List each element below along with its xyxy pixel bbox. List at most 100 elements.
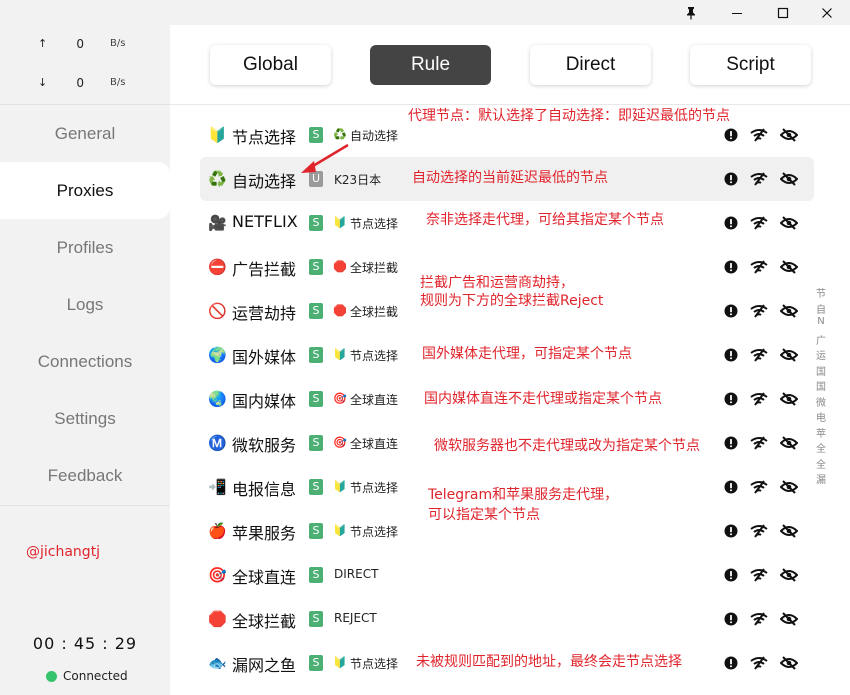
selected-proxy[interactable]: 自动选择	[350, 127, 398, 144]
eye-off-icon[interactable]	[780, 214, 798, 232]
group-emoji-icon: 🐟	[208, 654, 227, 672]
mode-global-button[interactable]: Global	[210, 45, 331, 85]
status-dot-icon	[46, 670, 57, 682]
selected-proxy[interactable]: 全球拦截	[350, 259, 398, 276]
eye-off-icon[interactable]	[780, 566, 798, 584]
exclamation-icon[interactable]	[722, 390, 740, 408]
selected-proxy[interactable]: 节点选择	[350, 479, 398, 496]
selected-proxy[interactable]: 全球直连	[350, 435, 398, 452]
wifi-icon[interactable]	[750, 478, 768, 496]
eye-off-icon[interactable]	[780, 258, 798, 276]
scroll-index-letter[interactable]: 国	[812, 363, 830, 378]
wifi-icon[interactable]	[750, 214, 768, 232]
group-name: NETFLIX	[232, 212, 298, 231]
wifi-icon[interactable]	[750, 258, 768, 276]
eye-off-icon[interactable]	[780, 478, 798, 496]
eye-off-icon[interactable]	[780, 610, 798, 628]
annotation: 可以指定某个节点	[428, 507, 540, 523]
minimize-icon[interactable]	[714, 0, 760, 25]
nav-profiles[interactable]: Profiles	[0, 219, 170, 276]
exclamation-icon[interactable]	[722, 522, 740, 540]
exclamation-icon[interactable]	[722, 346, 740, 364]
pin-icon[interactable]	[668, 0, 714, 25]
wifi-icon[interactable]	[750, 302, 768, 320]
exclamation-icon[interactable]	[722, 302, 740, 320]
scroll-index-letter[interactable]: 节	[812, 285, 830, 300]
eye-off-icon[interactable]	[780, 522, 798, 540]
selected-proxy[interactable]: 节点选择	[350, 655, 398, 672]
scroll-index-letter[interactable]: 全	[812, 456, 830, 471]
close-icon[interactable]	[804, 0, 850, 25]
group-type-badge: S	[309, 567, 323, 583]
scroll-index-letter[interactable]: 全	[812, 440, 830, 455]
scroll-index-letter[interactable]: 广	[812, 332, 830, 347]
exclamation-icon[interactable]	[722, 478, 740, 496]
selected-proxy[interactable]: 节点选择	[350, 215, 398, 232]
nav-settings[interactable]: Settings	[0, 390, 170, 447]
annotation: 未被规则匹配到的地址，最终会走节点选择	[416, 654, 682, 670]
nav-connections[interactable]: Connections	[0, 333, 170, 390]
mode-script-button[interactable]: Script	[690, 45, 811, 85]
group-emoji-icon: Ⓜ️	[208, 434, 227, 452]
proxy-group-row[interactable]: 🛑 全球拦截 S REJECT	[200, 597, 814, 641]
exclamation-icon[interactable]	[722, 610, 740, 628]
exclamation-icon[interactable]	[722, 170, 740, 188]
group-index-scrollbar[interactable]: 节自N广运国国微电苹全全漏	[812, 107, 830, 695]
traffic-panel: ↑ 0 B/s ↓ 0 B/s	[0, 25, 170, 105]
eye-off-icon[interactable]	[780, 654, 798, 672]
group-name: 电报信息	[232, 480, 297, 499]
selected-proxy[interactable]: REJECT	[334, 611, 377, 625]
nav-feedback[interactable]: Feedback	[0, 447, 170, 504]
user-handle: @jichangtj	[26, 544, 101, 560]
exclamation-icon[interactable]	[722, 258, 740, 276]
annotation: 自动选择的当前延迟最低的节点	[412, 170, 608, 186]
wifi-icon[interactable]	[750, 610, 768, 628]
exclamation-icon[interactable]	[722, 126, 740, 144]
group-emoji-icon: 🎥	[208, 214, 227, 232]
wifi-icon[interactable]	[750, 566, 768, 584]
wifi-icon[interactable]	[750, 390, 768, 408]
wifi-icon[interactable]	[750, 170, 768, 188]
scroll-index-letter[interactable]: 国	[812, 378, 830, 393]
scroll-index-letter[interactable]: 运	[812, 347, 830, 362]
scroll-index-letter[interactable]: 电	[812, 409, 830, 424]
wifi-icon[interactable]	[750, 126, 768, 144]
scroll-index-letter[interactable]: N	[812, 316, 830, 327]
nav-logs[interactable]: Logs	[0, 276, 170, 333]
scroll-index-letter[interactable]: 苹	[812, 425, 830, 440]
selected-proxy-icon: 🛑	[333, 260, 347, 273]
status-text: Connected	[63, 669, 128, 683]
eye-off-icon[interactable]	[780, 170, 798, 188]
mode-rule-button[interactable]: Rule	[370, 45, 491, 85]
wifi-icon[interactable]	[750, 434, 768, 452]
eye-off-icon[interactable]	[780, 390, 798, 408]
exclamation-icon[interactable]	[722, 214, 740, 232]
eye-off-icon[interactable]	[780, 434, 798, 452]
eye-off-icon[interactable]	[780, 346, 798, 364]
scroll-index-letter[interactable]: 自	[812, 301, 830, 316]
eye-off-icon[interactable]	[780, 126, 798, 144]
nav-general[interactable]: General	[0, 105, 170, 162]
selected-proxy[interactable]: DIRECT	[334, 567, 378, 581]
group-name: 自动选择	[232, 172, 297, 191]
maximize-icon[interactable]	[760, 0, 806, 25]
selected-proxy[interactable]: 节点选择	[350, 523, 398, 540]
exclamation-icon[interactable]	[722, 654, 740, 672]
nav-proxies[interactable]: Proxies	[0, 162, 170, 219]
wifi-icon[interactable]	[750, 522, 768, 540]
scroll-index-letter[interactable]: 漏	[812, 471, 830, 486]
wifi-icon[interactable]	[750, 346, 768, 364]
wifi-icon[interactable]	[750, 654, 768, 672]
annotation: 代理节点：默认选择了自动选择：即延迟最低的节点	[408, 108, 730, 124]
eye-off-icon[interactable]	[780, 302, 798, 320]
group-name: 苹果服务	[232, 524, 297, 543]
selected-proxy[interactable]: 全球拦截	[350, 303, 398, 320]
mode-direct-button[interactable]: Direct	[530, 45, 651, 85]
exclamation-icon[interactable]	[722, 566, 740, 584]
scroll-index-letter[interactable]: 微	[812, 394, 830, 409]
selected-proxy[interactable]: 节点选择	[350, 347, 398, 364]
proxy-group-row[interactable]: 🎯 全球直连 S DIRECT	[200, 553, 814, 597]
selected-proxy[interactable]: 全球直连	[350, 391, 398, 408]
selected-proxy-icon: 🔰	[333, 524, 347, 537]
exclamation-icon[interactable]	[722, 434, 740, 452]
